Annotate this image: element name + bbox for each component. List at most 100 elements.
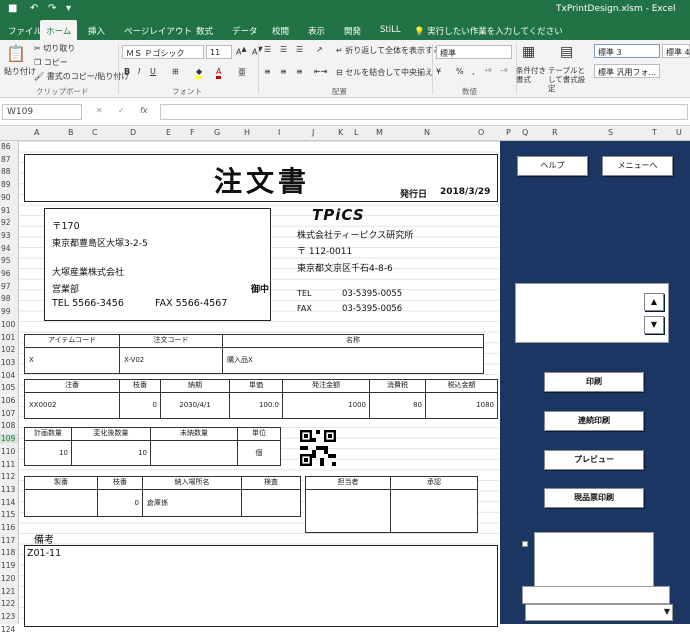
row-header[interactable]: 121	[0, 587, 18, 596]
table-format-icon[interactable]: ▤	[560, 44, 573, 60]
help-button[interactable]: ヘルプ	[517, 156, 588, 176]
style-normal-3[interactable]: 標準 3	[594, 44, 660, 58]
conditional-format-icon[interactable]: ▦	[522, 44, 535, 60]
undo-icon[interactable]: ↶	[30, 3, 38, 14]
col-header[interactable]: R	[552, 128, 558, 137]
row-header[interactable]: 112	[0, 472, 18, 481]
tab-developer[interactable]: 開発	[344, 25, 361, 37]
row-header[interactable]: 111	[0, 460, 18, 469]
col-header[interactable]: F	[190, 128, 195, 137]
col-header[interactable]: J	[312, 128, 314, 137]
row-header[interactable]: 99	[0, 307, 18, 316]
col-header[interactable]: S	[608, 128, 613, 137]
tab-home[interactable]: ホーム	[40, 20, 78, 40]
row-header[interactable]: 104	[0, 371, 18, 380]
align-top-icon[interactable]: ☰	[264, 45, 271, 54]
row-header[interactable]: 124	[0, 625, 18, 634]
row-header[interactable]: 100	[0, 320, 18, 329]
formula-input[interactable]	[160, 104, 688, 120]
tab-formulas[interactable]: 数式	[196, 25, 213, 37]
align-right-icon[interactable]: ≡	[296, 67, 303, 76]
increase-decimal-icon[interactable]: ⁺⁰	[484, 67, 491, 76]
text-box[interactable]	[522, 586, 670, 604]
scroll-up-button[interactable]: ▲	[644, 293, 664, 311]
row-header[interactable]: 109	[0, 434, 18, 444]
row-header[interactable]: 103	[0, 358, 18, 367]
align-left-icon[interactable]: ≡	[264, 67, 271, 76]
row-header[interactable]: 91	[0, 206, 18, 215]
customize-qat-icon[interactable]: ▾	[66, 3, 71, 14]
tab-review[interactable]: 校閲	[272, 25, 289, 37]
phonetic-icon[interactable]: 亜	[238, 67, 246, 78]
print-button[interactable]: 印刷	[544, 372, 644, 392]
font-color-icon[interactable]: A	[216, 67, 222, 79]
row-header[interactable]: 123	[0, 612, 18, 621]
tab-still[interactable]: StiLL	[380, 25, 401, 35]
continuous-print-button[interactable]: 連続印刷	[544, 411, 644, 431]
col-header[interactable]: B	[68, 128, 74, 137]
number-format-select[interactable]: 標準	[436, 45, 512, 59]
merge-center-button[interactable]: ⊟ セルを結合して中央揃え	[336, 67, 433, 78]
row-header[interactable]: 86	[0, 142, 18, 151]
conditional-format-button[interactable]: 条件付き書式	[516, 66, 552, 84]
percent-icon[interactable]: %	[456, 67, 464, 76]
fill-color-icon[interactable]: ◆	[196, 67, 203, 79]
border-icon[interactable]: ⊞	[172, 67, 179, 76]
row-header[interactable]: 98	[0, 294, 18, 303]
tab-data[interactable]: データ	[232, 25, 258, 37]
decrease-decimal-icon[interactable]: ⁻⁰	[500, 67, 507, 76]
align-middle-icon[interactable]: ☰	[280, 45, 287, 54]
paste-button[interactable]: 貼り付け	[4, 66, 36, 77]
col-header[interactable]: C	[92, 128, 98, 137]
row-header[interactable]: 119	[0, 561, 18, 570]
currency-icon[interactable]: ¥	[436, 67, 441, 76]
row-header[interactable]: 110	[0, 447, 18, 456]
col-header[interactable]: P	[506, 128, 511, 137]
copy-button[interactable]: ❐ コピー	[34, 57, 68, 68]
font-name-select[interactable]: ＭＳ Ｐゴシック	[122, 45, 204, 59]
wrap-text-button[interactable]: ↵ 折り返して全体を表示する	[336, 45, 441, 56]
row-header[interactable]: 101	[0, 333, 18, 342]
row-header[interactable]: 122	[0, 599, 18, 608]
cancel-icon[interactable]: ✕	[96, 106, 103, 115]
col-header[interactable]: D	[130, 128, 136, 137]
tab-view[interactable]: 表示	[308, 25, 325, 37]
row-header[interactable]: 88	[0, 167, 18, 176]
row-header[interactable]: 90	[0, 193, 18, 202]
message-listbox[interactable]	[515, 283, 669, 343]
tab-file[interactable]: ファイル	[8, 25, 42, 37]
row-header[interactable]: 89	[0, 180, 18, 189]
style-normal-4[interactable]: 標準 4	[662, 44, 690, 58]
row-header[interactable]: 97	[0, 282, 18, 291]
align-bottom-icon[interactable]: ☰	[296, 45, 303, 54]
row-header[interactable]: 87	[0, 155, 18, 164]
row-header[interactable]: 107	[0, 409, 18, 418]
table-format-button[interactable]: テーブルとして書式設定	[548, 66, 592, 93]
row-header[interactable]: 120	[0, 574, 18, 583]
format-painter-button[interactable]: 🖌 書式のコピー/貼り付け	[34, 71, 129, 82]
grow-font-icon[interactable]: A▲	[236, 45, 247, 57]
col-header[interactable]: E	[166, 128, 171, 137]
row-header[interactable]: 118	[0, 548, 18, 557]
indent-icon[interactable]: ⇤⇥	[314, 67, 327, 76]
row-header[interactable]: 108	[0, 421, 18, 430]
comma-icon[interactable]: ,	[472, 67, 475, 76]
cut-button[interactable]: ✂ 切り取り	[34, 43, 75, 54]
menu-button[interactable]: メニューへ	[602, 156, 673, 176]
col-header[interactable]: G	[214, 128, 220, 137]
row-header[interactable]: 105	[0, 383, 18, 392]
col-header[interactable]: K	[338, 128, 343, 137]
tab-page-layout[interactable]: ページレイアウト	[124, 25, 192, 37]
save-icon[interactable]: ■	[8, 3, 17, 14]
col-header[interactable]: N	[424, 128, 430, 137]
name-box[interactable]: W109	[2, 104, 82, 120]
row-header[interactable]: 114	[0, 498, 18, 507]
row-header[interactable]: 93	[0, 231, 18, 240]
row-header[interactable]: 92	[0, 218, 18, 227]
chevron-down-icon[interactable]: ▼	[664, 607, 670, 616]
row-header[interactable]: 115	[0, 510, 18, 519]
row-header[interactable]: 102	[0, 345, 18, 354]
align-center-icon[interactable]: ≡	[280, 67, 287, 76]
row-header[interactable]: 117	[0, 536, 18, 545]
col-header[interactable]: A	[34, 128, 39, 137]
